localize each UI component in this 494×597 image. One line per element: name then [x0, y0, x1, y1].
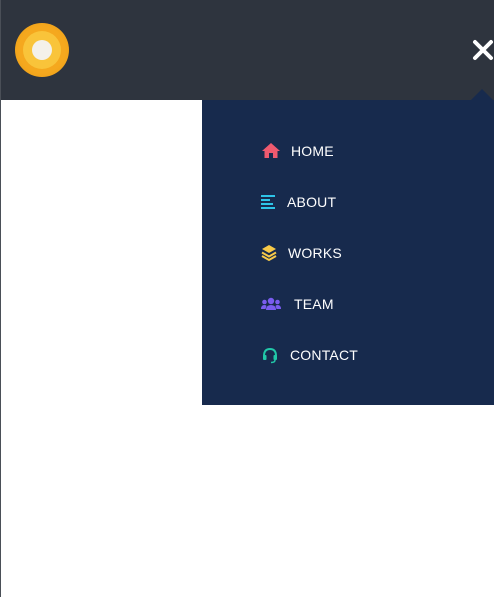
menu-item-contact[interactable]: CONTACT — [261, 344, 358, 366]
menu-item-label: HOME — [291, 143, 334, 159]
headset-icon — [261, 346, 281, 364]
menu-item-label: CONTACT — [290, 347, 359, 363]
logo-ring — [23, 31, 61, 69]
nav-dropdown-menu: HOME ABOUT WORKS TEAM CONTACT — [202, 100, 494, 405]
top-bar — [1, 0, 494, 100]
home-icon — [261, 142, 281, 160]
menu-item-about[interactable]: ABOUT — [261, 191, 336, 213]
layers-icon — [261, 244, 281, 262]
menu-item-home[interactable]: HOME — [261, 140, 334, 162]
page: HOME ABOUT WORKS TEAM CONTACT — [0, 0, 494, 597]
menu-item-label: ABOUT — [287, 194, 337, 210]
menu-pointer — [471, 89, 493, 100]
align-left-icon — [261, 193, 281, 211]
close-icon[interactable] — [471, 38, 494, 62]
menu-item-label: TEAM — [294, 296, 334, 312]
logo-center — [32, 40, 52, 60]
menu-item-works[interactable]: WORKS — [261, 242, 342, 264]
menu-item-team[interactable]: TEAM — [261, 293, 334, 315]
menu-item-label: WORKS — [288, 245, 342, 261]
logo[interactable] — [15, 23, 69, 77]
users-icon — [261, 295, 281, 313]
